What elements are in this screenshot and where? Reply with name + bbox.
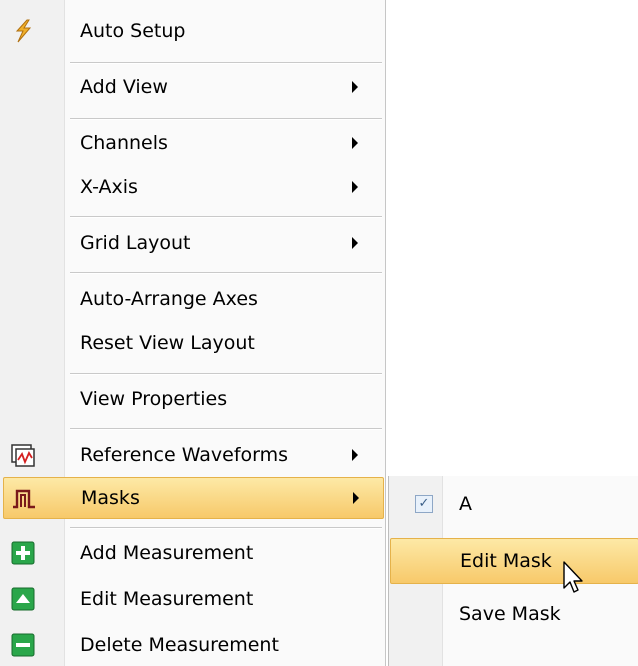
checkmark-icon: ✓	[415, 495, 433, 513]
mask-pulse-icon	[11, 485, 37, 511]
menu-item-add-measurement[interactable]: Add Measurement	[0, 532, 386, 574]
context-menu: Auto Setup Add View Channels X-Axis Grid…	[0, 0, 386, 666]
up-triangle-icon	[10, 586, 36, 612]
menu-item-label: Reference Waveforms	[80, 444, 289, 466]
menu-item-reference-waveforms[interactable]: Reference Waveforms	[0, 434, 386, 476]
submenu-item-mask-a[interactable]: ✓ A	[389, 482, 638, 526]
menu-separator	[70, 272, 382, 274]
menu-item-delete-measurement[interactable]: Delete Measurement	[0, 624, 386, 666]
menu-item-label: Edit Measurement	[80, 588, 254, 610]
menu-item-auto-setup[interactable]: Auto Setup	[0, 10, 386, 52]
menu-separator	[70, 216, 382, 218]
menu-item-label: Grid Layout	[80, 232, 191, 254]
submenu-arrow-icon	[352, 449, 358, 461]
menu-item-label: View Properties	[80, 388, 228, 410]
menu-item-channels[interactable]: Channels	[0, 122, 386, 164]
menu-item-label: Add View	[80, 76, 168, 98]
menu-item-label: Add Measurement	[80, 542, 254, 564]
submenu-arrow-icon	[352, 181, 358, 193]
menu-separator	[70, 118, 382, 120]
menu-separator	[70, 373, 382, 375]
submenu-item-label: A	[459, 493, 472, 515]
menu-item-reset-view-layout[interactable]: Reset View Layout	[0, 322, 386, 364]
submenu-item-edit-mask[interactable]: Edit Mask	[390, 538, 638, 584]
menu-item-label: Delete Measurement	[80, 634, 279, 656]
menu-item-add-view[interactable]: Add View	[0, 66, 386, 108]
menu-item-label: Reset View Layout	[80, 332, 255, 354]
menu-item-label: Auto-Arrange Axes	[80, 288, 258, 310]
submenu-arrow-icon	[352, 237, 358, 249]
mouse-cursor-icon	[563, 561, 583, 593]
submenu-arrow-icon	[352, 137, 358, 149]
menu-item-label: Masks	[81, 487, 140, 509]
submenu-arrow-icon	[352, 81, 358, 93]
menu-item-label: Auto Setup	[80, 20, 186, 42]
submenu-item-label: Edit Mask	[460, 550, 552, 572]
menu-item-label: Channels	[80, 132, 168, 154]
submenu-item-save-mask[interactable]: Save Mask	[389, 592, 638, 636]
menu-item-masks[interactable]: Masks	[3, 477, 384, 519]
minus-icon	[10, 632, 36, 658]
submenu-arrow-icon	[353, 492, 359, 504]
plus-icon	[10, 540, 36, 566]
menu-item-grid-layout[interactable]: Grid Layout	[0, 222, 386, 264]
menu-item-view-properties[interactable]: View Properties	[0, 378, 386, 420]
menu-separator	[70, 62, 382, 64]
menu-item-label: X-Axis	[80, 176, 138, 198]
reference-waveform-icon	[10, 442, 36, 468]
masks-submenu: ✓ A Edit Mask Save Mask	[388, 476, 638, 666]
lightning-bolt-icon	[10, 18, 36, 44]
menu-separator	[70, 527, 382, 529]
menu-item-x-axis[interactable]: X-Axis	[0, 166, 386, 208]
menu-separator	[70, 428, 382, 430]
menu-item-edit-measurement[interactable]: Edit Measurement	[0, 578, 386, 620]
submenu-item-label: Save Mask	[459, 603, 561, 625]
menu-item-auto-arrange-axes[interactable]: Auto-Arrange Axes	[0, 278, 386, 320]
